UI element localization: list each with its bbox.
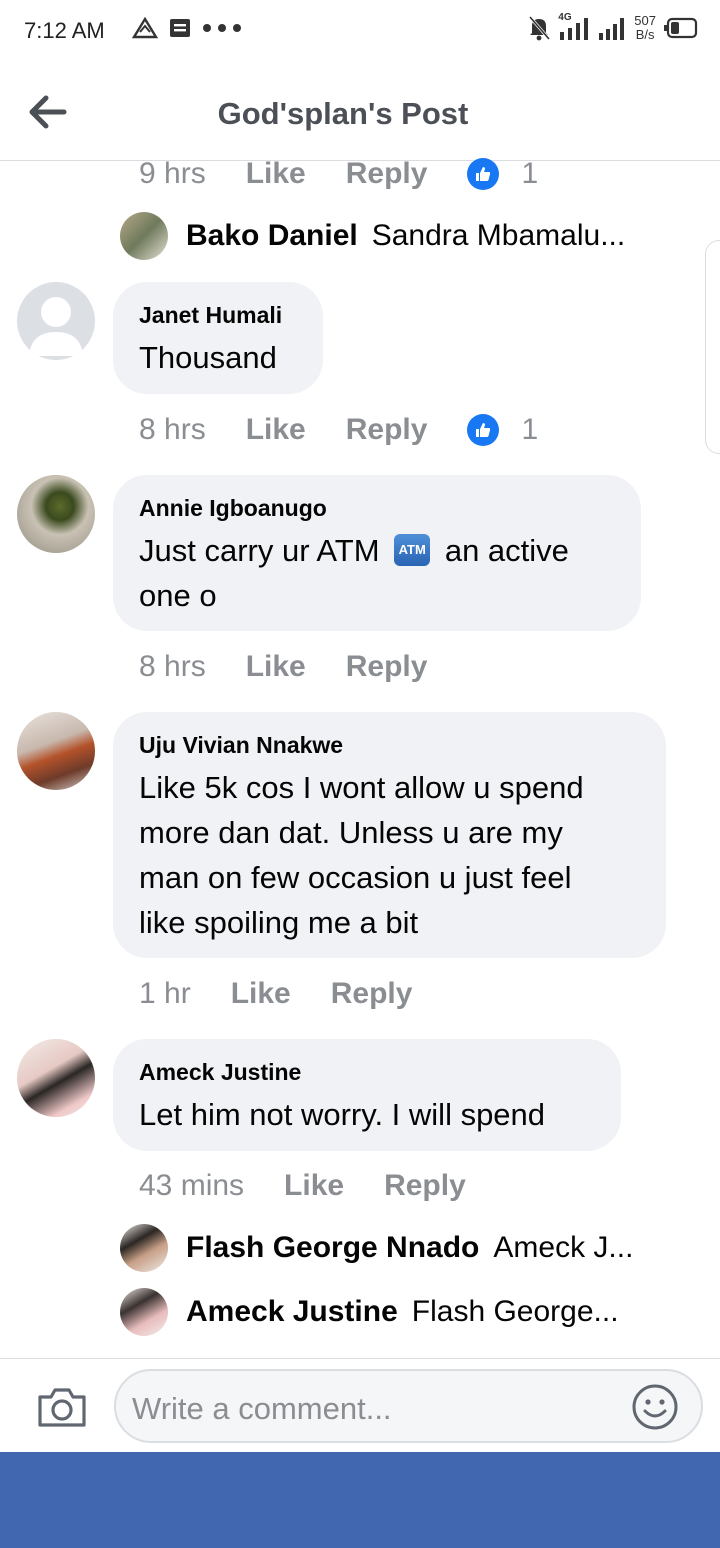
comment-bubble[interactable]: Janet Humali Thousand [113,282,323,394]
reply-button[interactable]: Reply [384,1169,466,1203]
comment-bubble[interactable]: Uju Vivian Nnakwe Like 5k cos I wont all… [113,712,666,958]
reply-button[interactable]: Reply [346,650,428,684]
signal-bars-2-icon [599,18,625,40]
reply-author[interactable]: Bako Daniel [186,219,358,253]
comment-time: 43 mins [139,1169,245,1202]
message-icon [170,19,190,37]
comment-text: Like 5k cos I wont allow u spend more da… [139,770,584,940]
comment-bubble[interactable]: Ameck Justine Let him not worry. I will … [113,1039,621,1151]
page-title: God'splan's Post [217,96,469,131]
comment-author[interactable]: Annie Igboanugo [139,495,615,522]
system-nav-bar [0,1452,720,1548]
comment-time: 9 hrs [139,157,206,190]
status-time: 7:12 AM [24,18,105,43]
post-header: God'splan's Post [0,64,720,161]
reply-author[interactable]: Flash George Nnado [186,1231,479,1265]
reply-text: Ameck J... [493,1231,634,1264]
like-button[interactable]: Like [284,1169,344,1203]
comment-meta-row: 43 mins Like Reply [139,1169,506,1203]
comment-meta-row: 8 hrs Like Reply [139,650,467,684]
comment-meta-row: 9 hrs Like Reply 1 [139,157,538,191]
comment-text: Thousand [139,340,277,375]
comment-meta-row: 8 hrs Like Reply 1 [139,413,538,447]
camera-button[interactable] [36,1385,88,1429]
comment-meta-row: 1 hr Like Reply [139,977,452,1011]
comment-time: 1 hr [139,977,191,1010]
comment-text: Just carry ur ATM ATM an active one o [139,533,569,613]
comment-input[interactable]: Write a comment... [114,1369,703,1443]
like-button[interactable]: Like [246,650,306,684]
avatar[interactable] [120,212,168,260]
avatar[interactable] [17,282,95,360]
comment-input-placeholder: Write a comment... [132,1391,392,1426]
comment-author[interactable]: Uju Vivian Nnakwe [139,732,640,759]
comment-composer: Write a comment... [0,1358,720,1451]
like-button[interactable]: Like [246,157,306,191]
battery-icon [664,17,698,39]
like-button[interactable]: Like [246,413,306,447]
more-dots-icon [203,24,241,32]
comment-time: 8 hrs [139,650,206,683]
comment-bubble[interactable]: Annie Igboanugo Just carry ur ATM ATM an… [113,475,641,631]
reply-preview[interactable]: Flash George Nnado Ameck J... [120,1224,680,1272]
like-button[interactable]: Like [231,977,291,1011]
emoji-button[interactable] [631,1383,679,1431]
reply-preview[interactable]: Ameck Justine Flash George... [120,1288,680,1336]
reply-preview[interactable]: Bako Daniel Sandra Mbamalu... [120,212,680,260]
default-avatar-icon [29,297,83,356]
avatar[interactable] [17,475,95,553]
comment-author[interactable]: Janet Humali [139,302,297,329]
signal-4g: 4G [558,12,590,42]
reply-button[interactable]: Reply [346,157,428,191]
avatar[interactable] [120,1224,168,1272]
atm-emoji-icon: ATM [394,533,431,566]
status-system-icons: 4G 507 B/s [528,12,698,42]
reply-text: Flash George... [411,1295,619,1328]
status-notification-icons [132,16,242,40]
comment-time: 8 hrs [139,413,206,446]
reaction-count: 1 [521,413,539,446]
reply-author[interactable]: Ameck Justine [186,1295,398,1329]
smiley-icon [632,1384,678,1430]
avatar[interactable] [17,712,95,790]
mute-bell-icon [529,16,551,41]
comment-author[interactable]: Ameck Justine [139,1059,595,1086]
camera-icon [38,1388,86,1427]
warning-triangle-icon [132,16,158,39]
side-scroll-handle[interactable] [705,240,720,454]
like-reaction-icon[interactable] [467,158,500,190]
reaction-count: 1 [521,157,539,190]
signal-bars-icon [560,18,589,40]
reply-text: Sandra Mbamalu... [371,219,626,252]
net-speed: 507 B/s [634,13,656,42]
like-reaction-icon[interactable] [467,414,500,446]
avatar[interactable] [120,1288,168,1336]
comment-text: Let him not worry. I will spend [139,1097,546,1132]
avatar[interactable] [17,1039,95,1117]
reply-button[interactable]: Reply [346,413,428,447]
reply-button[interactable]: Reply [331,977,413,1011]
